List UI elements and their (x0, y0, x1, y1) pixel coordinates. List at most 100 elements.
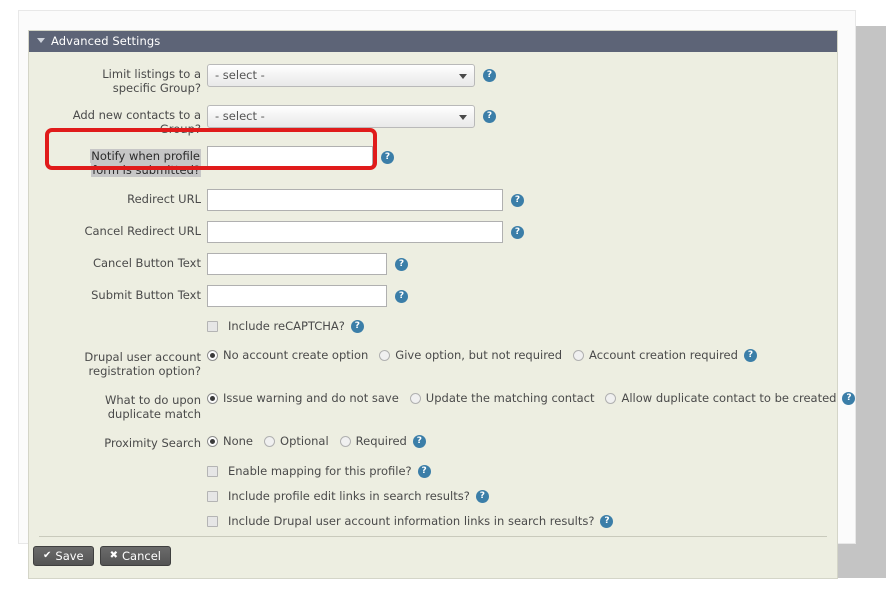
label-include-profile-edit-links: Include profile edit links in search res… (228, 489, 470, 503)
row-registration-option: Drupal user account registration option?… (29, 347, 837, 378)
help-icon-enable-mapping[interactable]: ? (417, 464, 431, 478)
radio-item-give-option[interactable]: Give option, but not required (379, 348, 562, 362)
check-icon: ✔ (43, 550, 52, 561)
radio-label-update-matching: Update the matching contact (425, 391, 595, 405)
radio-proximity-required[interactable] (339, 435, 351, 447)
label-include-recaptcha: Include reCAPTCHA? (228, 319, 345, 333)
radio-item-allow-duplicate[interactable]: Allow duplicate contact to be created (605, 391, 836, 405)
radio-account-required[interactable] (573, 349, 585, 361)
select-limit-listings-value: - select - (215, 68, 265, 82)
label-limit-listings-line2: specific Group? (112, 81, 201, 95)
select-add-contacts-group-value: - select - (215, 109, 265, 123)
control-redirect-url: ? (207, 189, 837, 211)
radio-label-proximity-required: Required (355, 434, 407, 448)
radio-give-option[interactable] (379, 349, 391, 361)
radio-proximity-optional[interactable] (264, 435, 276, 447)
radio-group-duplicate-match: Issue warning and do not save Update the… (207, 390, 856, 405)
label-cancel-redirect-url: Cancel Redirect URL (84, 224, 201, 238)
checkbox-include-recaptcha[interactable] (207, 320, 218, 332)
label-add-contacts-group-line2: Group? (159, 122, 201, 136)
control-cancel-button-text: ? (207, 253, 837, 275)
help-icon-notify-profile[interactable]: ? (381, 150, 394, 164)
radio-item-account-required[interactable]: Account creation required (573, 348, 738, 362)
label-registration-option: Drupal user account registration option? (31, 347, 207, 378)
label-registration-option-line2: registration option? (88, 364, 201, 378)
help-icon-include-drupal-account-links[interactable]: ? (600, 514, 614, 528)
label-add-contacts-group-line1: Add new contacts to a (72, 108, 201, 122)
triangle-down-icon (37, 38, 45, 43)
row-add-contacts-group: Add new contacts to a Group? - select - … (29, 105, 837, 136)
label-limit-listings: Limit listings to a specific Group? (31, 64, 207, 95)
label-cancel-button-text: Cancel Button Text (92, 256, 201, 270)
cancel-button[interactable]: ✖ Cancel (99, 546, 171, 566)
radio-proximity-none[interactable] (207, 435, 218, 447)
control-proximity-search: None Optional Required ? (207, 433, 837, 448)
label-limit-listings-line1: Limit listings to a (102, 67, 201, 81)
label-notify-profile: Notify when profile form is submitted? (31, 146, 207, 177)
checkbox-include-profile-edit-links[interactable] (207, 490, 218, 502)
radio-group-registration: No account create option Give option, bu… (207, 347, 757, 362)
chevron-down-icon (459, 115, 467, 120)
radio-no-account-create[interactable] (207, 349, 218, 361)
row-redirect-url: Redirect URL ? (29, 189, 837, 211)
radio-label-proximity-optional: Optional (280, 434, 329, 448)
help-icon-include-recaptcha[interactable]: ? (350, 319, 364, 333)
radio-item-proximity-none[interactable]: None (207, 434, 253, 448)
save-button-label: Save (55, 549, 84, 563)
row-include-recaptcha: Include reCAPTCHA? ? (29, 319, 837, 333)
advanced-settings-body: Limit listings to a specific Group? - se… (29, 52, 856, 578)
help-icon-registration-option[interactable]: ? (743, 348, 757, 362)
help-icon-redirect-url[interactable]: ? (511, 193, 524, 207)
help-icon-limit-listings[interactable]: ? (483, 69, 496, 82)
label-duplicate-match: What to do upon duplicate match (31, 390, 207, 421)
legend-label: Advanced Settings (51, 34, 161, 48)
help-icon-cancel-button-text[interactable]: ? (395, 257, 408, 271)
help-icon-add-contacts-group[interactable]: ? (483, 110, 496, 123)
form-actions-bar: ✔ Save ✖ Cancel (29, 537, 837, 576)
help-icon-proximity-search[interactable]: ? (412, 434, 426, 448)
cancel-button-label: Cancel (122, 549, 161, 563)
select-limit-listings-group[interactable]: - select - (207, 64, 475, 87)
radio-item-proximity-optional[interactable]: Optional (264, 434, 329, 448)
input-cancel-redirect-url[interactable] (207, 221, 503, 243)
help-icon-submit-button-text[interactable]: ? (395, 289, 408, 303)
radio-label-account-required: Account creation required (589, 348, 738, 362)
row-include-drupal-account-links: Include Drupal user account information … (29, 514, 837, 528)
radio-item-update-matching[interactable]: Update the matching contact (409, 391, 595, 405)
help-icon-include-profile-edit-links[interactable]: ? (475, 489, 489, 503)
radio-group-proximity-search: None Optional Required ? (207, 433, 426, 448)
radio-update-matching[interactable] (409, 392, 421, 404)
input-notify-profile[interactable] (207, 146, 373, 168)
help-icon-cancel-redirect-url[interactable]: ? (511, 225, 524, 239)
radio-issue-warning[interactable] (207, 392, 218, 404)
control-registration-option: No account create option Give option, bu… (207, 347, 837, 362)
select-add-contacts-group[interactable]: - select - (207, 105, 475, 128)
row-limit-listings: Limit listings to a specific Group? - se… (29, 64, 837, 95)
chevron-down-icon (459, 74, 467, 79)
save-button[interactable]: ✔ Save (33, 546, 94, 566)
label-redirect-url: Redirect URL (127, 192, 201, 206)
row-submit-button-text: Submit Button Text ? (29, 285, 837, 307)
checkbox-include-drupal-account-links[interactable] (207, 515, 218, 527)
advanced-settings-fieldset: Advanced Settings Limit listings to a sp… (28, 30, 856, 579)
label-notify-profile-line1: Notify when profile (90, 149, 201, 163)
x-icon: ✖ (109, 550, 119, 561)
screen-root: Advanced Settings Limit listings to a sp… (0, 0, 890, 594)
row-include-profile-edit-links: Include profile edit links in search res… (29, 489, 837, 503)
label-include-drupal-account-links: Include Drupal user account information … (228, 514, 595, 528)
checkbox-enable-mapping[interactable] (207, 465, 218, 477)
row-cancel-redirect-url: Cancel Redirect URL ? (29, 221, 837, 243)
radio-item-issue-warning[interactable]: Issue warning and do not save (207, 391, 399, 405)
help-icon-duplicate-match[interactable]: ? (842, 391, 856, 405)
radio-allow-duplicate[interactable] (605, 392, 617, 404)
radio-item-proximity-required[interactable]: Required (339, 434, 407, 448)
input-submit-button-text[interactable] (207, 285, 387, 307)
input-redirect-url[interactable] (207, 189, 503, 211)
control-notify-profile: ? (207, 146, 837, 168)
radio-item-no-account-create[interactable]: No account create option (207, 348, 368, 362)
input-cancel-button-text[interactable] (207, 253, 387, 275)
control-duplicate-match: Issue warning and do not save Update the… (207, 390, 856, 405)
advanced-settings-legend[interactable]: Advanced Settings (29, 31, 837, 52)
row-notify-profile: Notify when profile form is submitted? ? (29, 146, 837, 177)
control-submit-button-text: ? (207, 285, 837, 307)
